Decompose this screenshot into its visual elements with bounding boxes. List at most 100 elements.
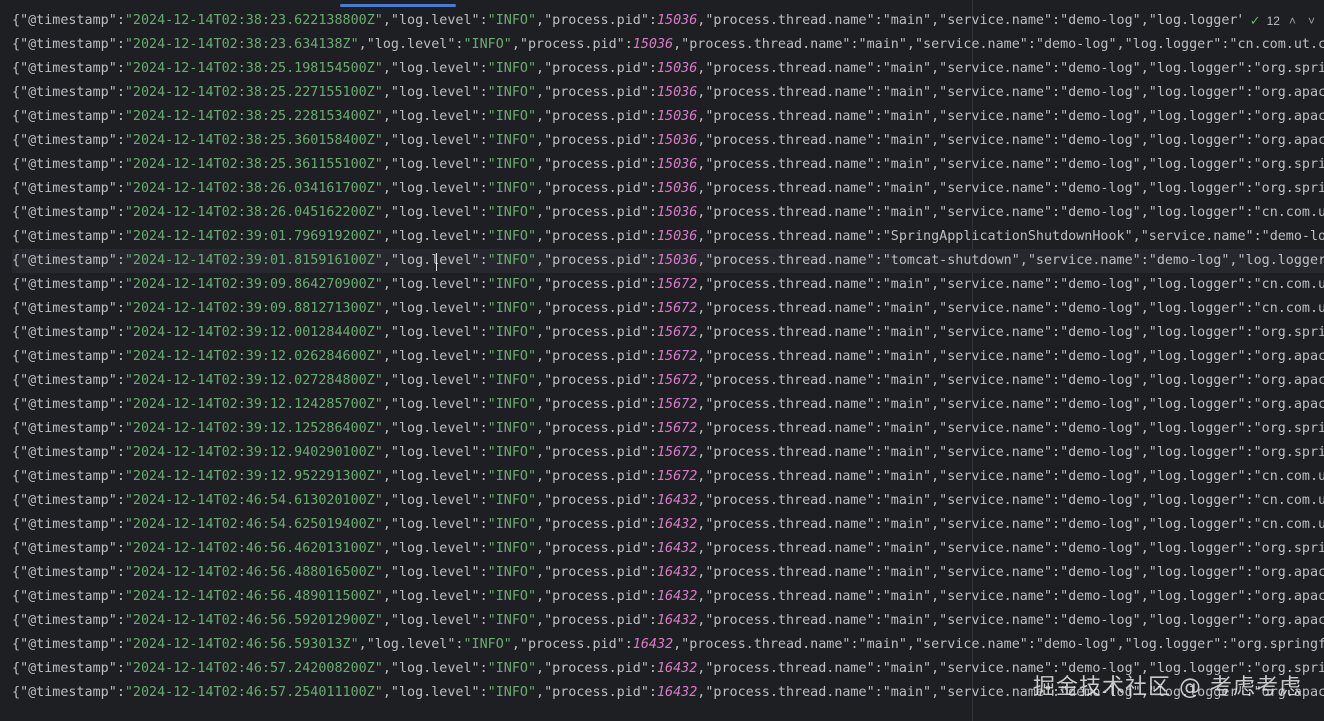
log-line[interactable]: {"@timestamp":"2024-12-14T02:46:56.46201… [12, 537, 1324, 561]
horizontal-scroll-thumb[interactable] [340, 4, 456, 7]
log-line[interactable]: {"@timestamp":"2024-12-14T02:39:09.88127… [12, 297, 1324, 321]
level-value: "INFO" [487, 517, 537, 532]
level-key: "log.level" [390, 565, 480, 580]
level-key: "log.level" [390, 325, 480, 340]
timestamp-value: "2024-12-14T02:39:01.815916100Z" [124, 253, 383, 268]
pid-value: 15672 [656, 277, 698, 292]
timestamp-value: "2024-12-14T02:39:12.940290100Z" [124, 445, 383, 460]
line-rest: "process.thread.name":"main","service.na… [705, 397, 1324, 412]
timestamp-key: "@timestamp" [20, 469, 117, 484]
timestamp-value: "2024-12-14T02:46:54.613020100Z" [124, 493, 383, 508]
log-line[interactable]: {"@timestamp":"2024-12-14T02:39:12.02628… [12, 345, 1324, 369]
level-value: "INFO" [487, 205, 537, 220]
pid-value: 15036 [656, 133, 698, 148]
pid-value: 15036 [656, 85, 698, 100]
timestamp-key: "@timestamp" [20, 685, 117, 700]
log-line[interactable]: {"@timestamp":"2024-12-14T02:38:23.62213… [12, 9, 1324, 33]
timestamp-key: "@timestamp" [20, 349, 117, 364]
line-open-brace: { [12, 109, 21, 124]
log-line[interactable]: {"@timestamp":"2024-12-14T02:38:25.36015… [12, 129, 1324, 153]
log-line[interactable]: {"@timestamp":"2024-12-14T02:46:56.59201… [12, 609, 1324, 633]
log-line[interactable]: {"@timestamp":"2024-12-14T02:46:56.59301… [12, 633, 1324, 657]
line-rest: "process.thread.name":"main","service.na… [705, 325, 1324, 340]
text-caret [436, 253, 437, 271]
pid-value: 15672 [656, 397, 698, 412]
timestamp-value: "2024-12-14T02:38:25.360158400Z" [124, 133, 383, 148]
timestamp-value: "2024-12-14T02:38:25.228153400Z" [124, 109, 383, 124]
log-line[interactable]: {"@timestamp":"2024-12-14T02:39:12.12428… [12, 393, 1324, 417]
log-line[interactable]: {"@timestamp":"2024-12-14T02:39:09.86427… [12, 273, 1324, 297]
line-rest: "process.thread.name":"main","service.na… [705, 493, 1324, 508]
timestamp-key: "@timestamp" [20, 517, 117, 532]
log-line[interactable]: {"@timestamp":"2024-12-14T02:46:56.48901… [12, 585, 1324, 609]
next-highlight-icon[interactable]: ˅ [1305, 14, 1318, 28]
line-open-brace: { [12, 133, 21, 148]
line-open-brace: { [12, 589, 21, 604]
check-icon[interactable]: ✓ [1250, 13, 1261, 29]
timestamp-value: "2024-12-14T02:39:01.796919200Z" [124, 229, 383, 244]
timestamp-value: "2024-12-14T02:39:12.124285700Z" [124, 397, 383, 412]
pid-value: 15672 [656, 349, 698, 364]
level-value: "INFO" [487, 85, 537, 100]
log-line[interactable]: {"@timestamp":"2024-12-14T02:38:25.19815… [12, 57, 1324, 81]
pid-value: 16432 [656, 541, 698, 556]
line-open-brace: { [12, 445, 21, 460]
pid-key: "process.pid" [544, 133, 649, 148]
log-line[interactable]: {"@timestamp":"2024-12-14T02:39:01.81591… [12, 249, 1324, 273]
line-open-brace: { [12, 685, 21, 700]
pid-value: 16432 [656, 493, 698, 508]
line-rest: "process.thread.name":"main","service.na… [705, 85, 1324, 100]
log-line[interactable]: {"@timestamp":"2024-12-14T02:38:25.36115… [12, 153, 1324, 177]
log-line[interactable]: {"@timestamp":"2024-12-14T02:46:54.62501… [12, 513, 1324, 537]
log-line[interactable]: {"@timestamp":"2024-12-14T02:38:26.03416… [12, 177, 1324, 201]
log-line[interactable]: {"@timestamp":"2024-12-14T02:38:25.22815… [12, 105, 1324, 129]
pid-value: 15036 [656, 205, 698, 220]
level-key: "log.level" [390, 469, 480, 484]
line-rest: "process.thread.name":"main","service.na… [705, 373, 1324, 388]
level-key: "log.level" [366, 637, 456, 652]
level-value: "INFO" [487, 229, 537, 244]
log-line[interactable]: {"@timestamp":"2024-12-14T02:46:56.48801… [12, 561, 1324, 585]
log-line[interactable]: {"@timestamp":"2024-12-14T02:38:23.63413… [12, 33, 1324, 57]
log-line[interactable]: {"@timestamp":"2024-12-14T02:38:25.22715… [12, 81, 1324, 105]
timestamp-value: "2024-12-14T02:46:57.254011100Z" [124, 685, 383, 700]
previous-highlight-icon[interactable]: ˄ [1286, 14, 1299, 28]
code-editor[interactable]: {"@timestamp":"2024-12-14T02:38:23.62213… [12, 9, 1324, 721]
pid-value: 15036 [656, 109, 698, 124]
timestamp-key: "@timestamp" [20, 109, 117, 124]
inspection-count: 12 [1266, 14, 1280, 28]
log-line[interactable]: {"@timestamp":"2024-12-14T02:39:12.12528… [12, 417, 1324, 441]
line-open-brace: { [12, 565, 21, 580]
line-rest: "process.thread.name":"tomcat-shutdown",… [705, 253, 1324, 268]
pid-key: "process.pid" [544, 373, 649, 388]
timestamp-key: "@timestamp" [20, 85, 117, 100]
log-line[interactable]: {"@timestamp":"2024-12-14T02:39:12.94029… [12, 441, 1324, 465]
line-open-brace: { [12, 661, 21, 676]
pid-key: "process.pid" [544, 421, 649, 436]
log-line[interactable]: {"@timestamp":"2024-12-14T02:39:12.95229… [12, 465, 1324, 489]
log-line[interactable]: {"@timestamp":"2024-12-14T02:39:12.02728… [12, 369, 1324, 393]
line-open-brace: { [12, 157, 21, 172]
pid-value: 15036 [656, 157, 698, 172]
log-line[interactable]: {"@timestamp":"2024-12-14T02:39:12.00128… [12, 321, 1324, 345]
level-value: "INFO" [487, 13, 537, 28]
line-rest: "process.thread.name":"main","service.na… [705, 133, 1324, 148]
log-line[interactable]: {"@timestamp":"2024-12-14T02:39:01.79691… [12, 225, 1324, 249]
pid-value: 15036 [656, 229, 698, 244]
log-line[interactable]: {"@timestamp":"2024-12-14T02:38:26.04516… [12, 201, 1324, 225]
timestamp-key: "@timestamp" [20, 277, 117, 292]
level-value: "INFO" [487, 301, 537, 316]
timestamp-key: "@timestamp" [20, 61, 117, 76]
editor-gutter [0, 0, 10, 721]
timestamp-value: "2024-12-14T02:46:56.592012900Z" [124, 613, 383, 628]
timestamp-value: "2024-12-14T02:38:25.227155100Z" [124, 85, 383, 100]
pid-key: "process.pid" [544, 445, 649, 460]
line-open-brace: { [12, 205, 21, 220]
timestamp-value: "2024-12-14T02:38:23.634138Z" [124, 37, 359, 52]
level-key: "log.level" [390, 109, 480, 124]
timestamp-value: "2024-12-14T02:46:56.489011500Z" [124, 589, 383, 604]
line-rest: "process.thread.name":"main","service.na… [705, 301, 1324, 316]
level-value: "INFO" [487, 493, 537, 508]
line-open-brace: { [12, 13, 21, 28]
log-line[interactable]: {"@timestamp":"2024-12-14T02:46:54.61302… [12, 489, 1324, 513]
